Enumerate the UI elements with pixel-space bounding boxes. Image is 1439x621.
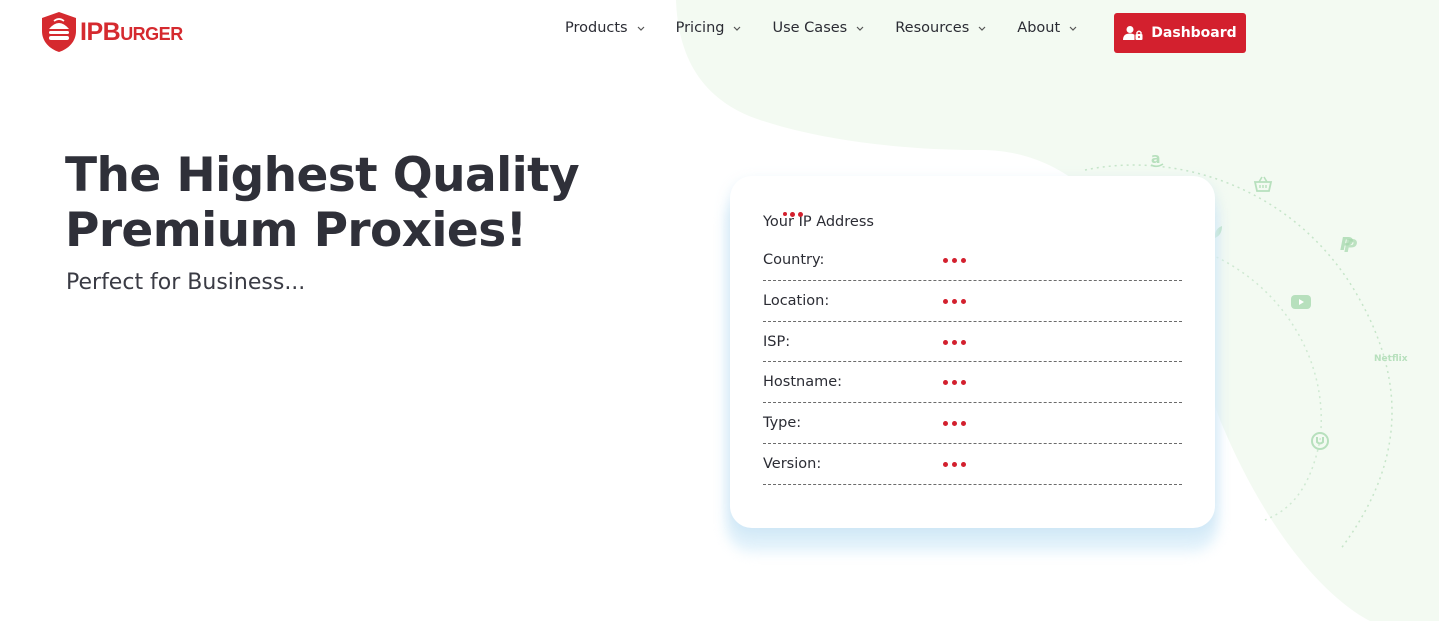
ip-row-country: Country:	[763, 240, 1182, 281]
logo-wordmark: IPBURGER	[80, 17, 183, 46]
hero-title: The Highest Quality Premium Proxies!	[65, 148, 580, 258]
ip-card-title: Your IP Address	[763, 214, 874, 230]
chevron-down-icon	[734, 26, 741, 31]
hero-title-line1: The Highest Quality	[65, 148, 580, 203]
svg-text:a: a	[1151, 151, 1160, 167]
amazon-icon: a	[1149, 150, 1165, 172]
row-label: Hostname:	[763, 374, 843, 391]
row-label: Country:	[763, 252, 825, 268]
chevron-down-icon	[978, 26, 986, 31]
nav-use-cases[interactable]: Use Cases	[772, 20, 865, 36]
dashboard-button[interactable]: Dashboard	[1114, 13, 1246, 53]
ip-row-type: Type:	[763, 403, 1182, 444]
background-decoration	[676, 0, 1439, 621]
ip-row-version: Version:	[763, 444, 1182, 485]
main-nav: Products Pricing Use Cases Resources Abo…	[565, 20, 1108, 36]
row-label: Version:	[763, 455, 822, 472]
paypal-icon: PP	[1339, 232, 1359, 258]
nav-about-label: About	[1017, 20, 1061, 36]
ip-row-hostname: Hostname:	[763, 362, 1182, 404]
nav-about[interactable]: About	[1017, 20, 1078, 36]
row-label: ISP:	[763, 333, 791, 350]
netflix-logo: Netflix	[1374, 354, 1408, 364]
hero-subtitle: Perfect for Business...	[66, 270, 306, 295]
nav-resources-label: Resources	[895, 20, 970, 36]
site-header: IPBURGER Products Pricing Use Cases Reso…	[0, 0, 1439, 70]
ip-row-isp: ISP:	[763, 322, 1182, 363]
hero-title-line2: Premium Proxies!	[65, 203, 527, 258]
chevron-down-icon	[637, 26, 645, 31]
nav-products[interactable]: Products	[565, 20, 646, 36]
nav-resources[interactable]: Resources	[895, 20, 987, 36]
chevron-down-icon	[856, 26, 864, 31]
ip-info-card: Your IP Address Country: Location: ISP: …	[730, 176, 1215, 528]
dashboard-button-label: Dashboard	[1151, 25, 1237, 41]
nav-products-label: Products	[565, 20, 628, 36]
ipburger-logo[interactable]: IPBURGER	[40, 11, 183, 53]
loading-dots-icon	[943, 339, 970, 345]
utorrent-icon	[1311, 431, 1329, 455]
loading-dots-icon	[943, 298, 970, 304]
loading-dots-icon	[943, 258, 970, 263]
user-lock-icon	[1123, 26, 1143, 40]
chevron-down-icon	[1069, 26, 1077, 31]
loading-dots-icon	[943, 380, 970, 386]
ip-loading-indicator	[783, 212, 806, 217]
nav-pricing-label: Pricing	[675, 20, 725, 36]
svg-text:P: P	[1344, 236, 1357, 254]
ip-info-list: Country: Location: ISP: Hostname: Type: …	[763, 240, 1182, 485]
nav-pricing[interactable]: Pricing	[676, 20, 743, 36]
row-label: Type:	[763, 415, 802, 432]
burger-shield-icon	[42, 12, 76, 52]
row-label: Location:	[763, 292, 830, 309]
youtube-icon	[1290, 294, 1312, 314]
loading-dots-icon	[943, 421, 970, 427]
ip-row-location: Location:	[763, 281, 1182, 322]
loading-dots-icon	[943, 461, 970, 467]
basket-icon	[1253, 175, 1273, 197]
nav-use-cases-label: Use Cases	[772, 20, 848, 36]
